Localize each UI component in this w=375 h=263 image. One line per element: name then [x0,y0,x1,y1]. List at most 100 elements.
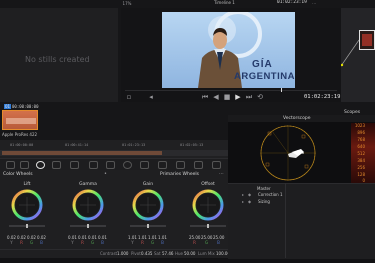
scale-label: 256 [357,165,365,170]
clip-codec: Apple ProRes 422 [2,132,38,137]
zoom-level[interactable]: 17% [121,0,133,8]
sat-label: Sat [154,251,161,256]
color-match-icon[interactable] [20,161,29,169]
skip-back-icon[interactable]: ⏮ [201,93,209,101]
clip-timecode: 00:00:00:00 [12,104,39,109]
timeline-tick: 01:01:23:13 [122,143,146,147]
viewer-options-icon[interactable]: ⋯ [310,0,318,8]
lift-sub-r: R [20,240,23,245]
viewer-scrubber[interactable] [125,90,337,91]
motion-effects-icon[interactable] [70,161,79,169]
skip-forward-icon[interactable]: ⏭ [245,93,253,101]
keyframe-row-label: Correction 1 [258,192,283,197]
gain-sub-g: G [150,240,155,245]
viewer-frame: GÍA ARGENTINA [162,12,295,88]
offset-master-slider[interactable] [190,224,226,228]
gain-sub-r: R [141,240,144,245]
scale-label: 768 [357,137,365,142]
contrast-label: Contrast [100,251,118,256]
offset-sub-b: B [217,240,220,245]
lift-sub-g: G [29,240,34,245]
qualifier-icon[interactable] [106,161,115,169]
viewer-loop-icon[interactable]: ▫ [125,93,133,101]
scrubber-playhead[interactable] [281,88,282,92]
gamma-sub-g: G [90,240,95,245]
key-icon[interactable] [176,161,185,169]
camera-raw-icon[interactable] [6,161,15,169]
offset-wheel[interactable] [192,189,224,221]
scale-label: 512 [357,151,365,156]
timeline-tick: 01:02:05:13 [180,143,204,147]
wheel-label-lift: Lift [23,182,31,187]
pivot-label: Pivot [131,251,141,256]
play-reverse-icon[interactable]: ◀ [212,93,220,101]
curves-icon[interactable] [89,161,98,169]
gain-sub-y: Y [131,240,134,245]
node-connection-line [341,39,360,67]
mini-timeline[interactable]: 01:00:00:00 01:00:41:14 01:01:23:13 01:0… [0,140,228,158]
gamma-master-slider[interactable] [70,224,106,228]
primaries-wheels-title: Primaries Wheels [160,172,199,177]
color-wheels-options-icon[interactable]: • [104,171,107,177]
viewer-clip-name: Timeline 1 [214,0,235,5]
scale-label: 640 [357,144,365,149]
wheel-label-gain: Gain [142,182,154,187]
gallery-panel: No stills created [0,8,118,102]
viewer-timecode: 01:02:23:19 [304,94,341,100]
gain-wheel[interactable] [132,189,164,221]
clip-index: 01 [4,104,12,109]
viewer-audio-icon[interactable]: ◂ [147,93,155,101]
clip-thumbnail[interactable] [2,110,38,130]
scale-label: 384 [357,158,365,163]
lift-wheel[interactable] [11,189,43,221]
color-wheels-title: Color Wheels [3,172,33,177]
gamma-sub-y: Y [71,240,74,245]
color-wheels-icon[interactable] [36,161,45,169]
primaries-options-icon[interactable]: ⋯ [219,171,224,177]
gamma-wheel[interactable] [72,189,104,221]
scale-label: 128 [357,172,365,177]
vectorscope [260,125,316,181]
gamma-sub-b: B [101,240,104,245]
hue-label: Hue [175,251,184,256]
keyframe-master-label: Master [257,186,271,191]
loop-playback-icon[interactable]: ⟲ [256,93,264,101]
play-icon[interactable]: ▶ [234,93,242,101]
node-editor-mini [341,8,375,102]
hue-value[interactable]: 50.00 [184,251,195,256]
gain-master-slider[interactable] [130,224,166,228]
scale-label: 896 [357,130,365,135]
top-bar [0,0,375,8]
lum-mix-label: Lum Mix [198,251,215,256]
lift-master-slider[interactable] [9,224,45,228]
keyframe-row-label: Sizing [258,199,270,204]
stop-icon[interactable]: ■ [223,93,231,101]
wheel-label-gamma: Gamma [79,182,97,187]
lift-sub-y: Y [10,240,13,245]
contrast-value[interactable]: 1.000 [117,251,128,256]
wheel-label-offset: Offset [201,182,215,187]
rgb-mixer-icon[interactable] [52,161,61,169]
frame-text-line1: GÍA [252,59,273,70]
gain-sub-b: B [161,240,164,245]
frame-text-line2: ARGENTINA [234,71,295,82]
sat-value[interactable]: 57.46 [162,251,173,256]
timeline-tick: 01:00:00:00 [10,143,34,147]
3d-icon[interactable] [212,161,221,169]
viewer-header-timecode: 01:02:23:19 [277,0,307,5]
pivot-value[interactable]: 0.435 [141,251,152,256]
scopes-mode-select[interactable]: Vectorscope [283,116,311,121]
offset-sub-g: G [204,240,209,245]
viewer-panel: GÍA ARGENTINA ▫ ◂ ⏮ ◀ ■ ▶ ⏭ ⟲ 01:02:23:1… [121,8,341,102]
blur-icon[interactable] [158,161,167,169]
offset-sub-r: R [193,240,196,245]
timeline-clip-segment[interactable] [2,151,162,155]
gallery-empty-text: No stills created [25,55,90,64]
timeline-tick: 01:00:41:14 [65,143,89,147]
scale-label: 1023 [354,123,365,128]
tracker-icon[interactable] [140,161,149,169]
keyframe-row-sizing[interactable]: ▸ ◆ Sizing [240,199,375,207]
window-icon[interactable] [123,161,132,169]
sizing-icon[interactable] [194,161,203,169]
lift-sub-b: B [40,240,43,245]
